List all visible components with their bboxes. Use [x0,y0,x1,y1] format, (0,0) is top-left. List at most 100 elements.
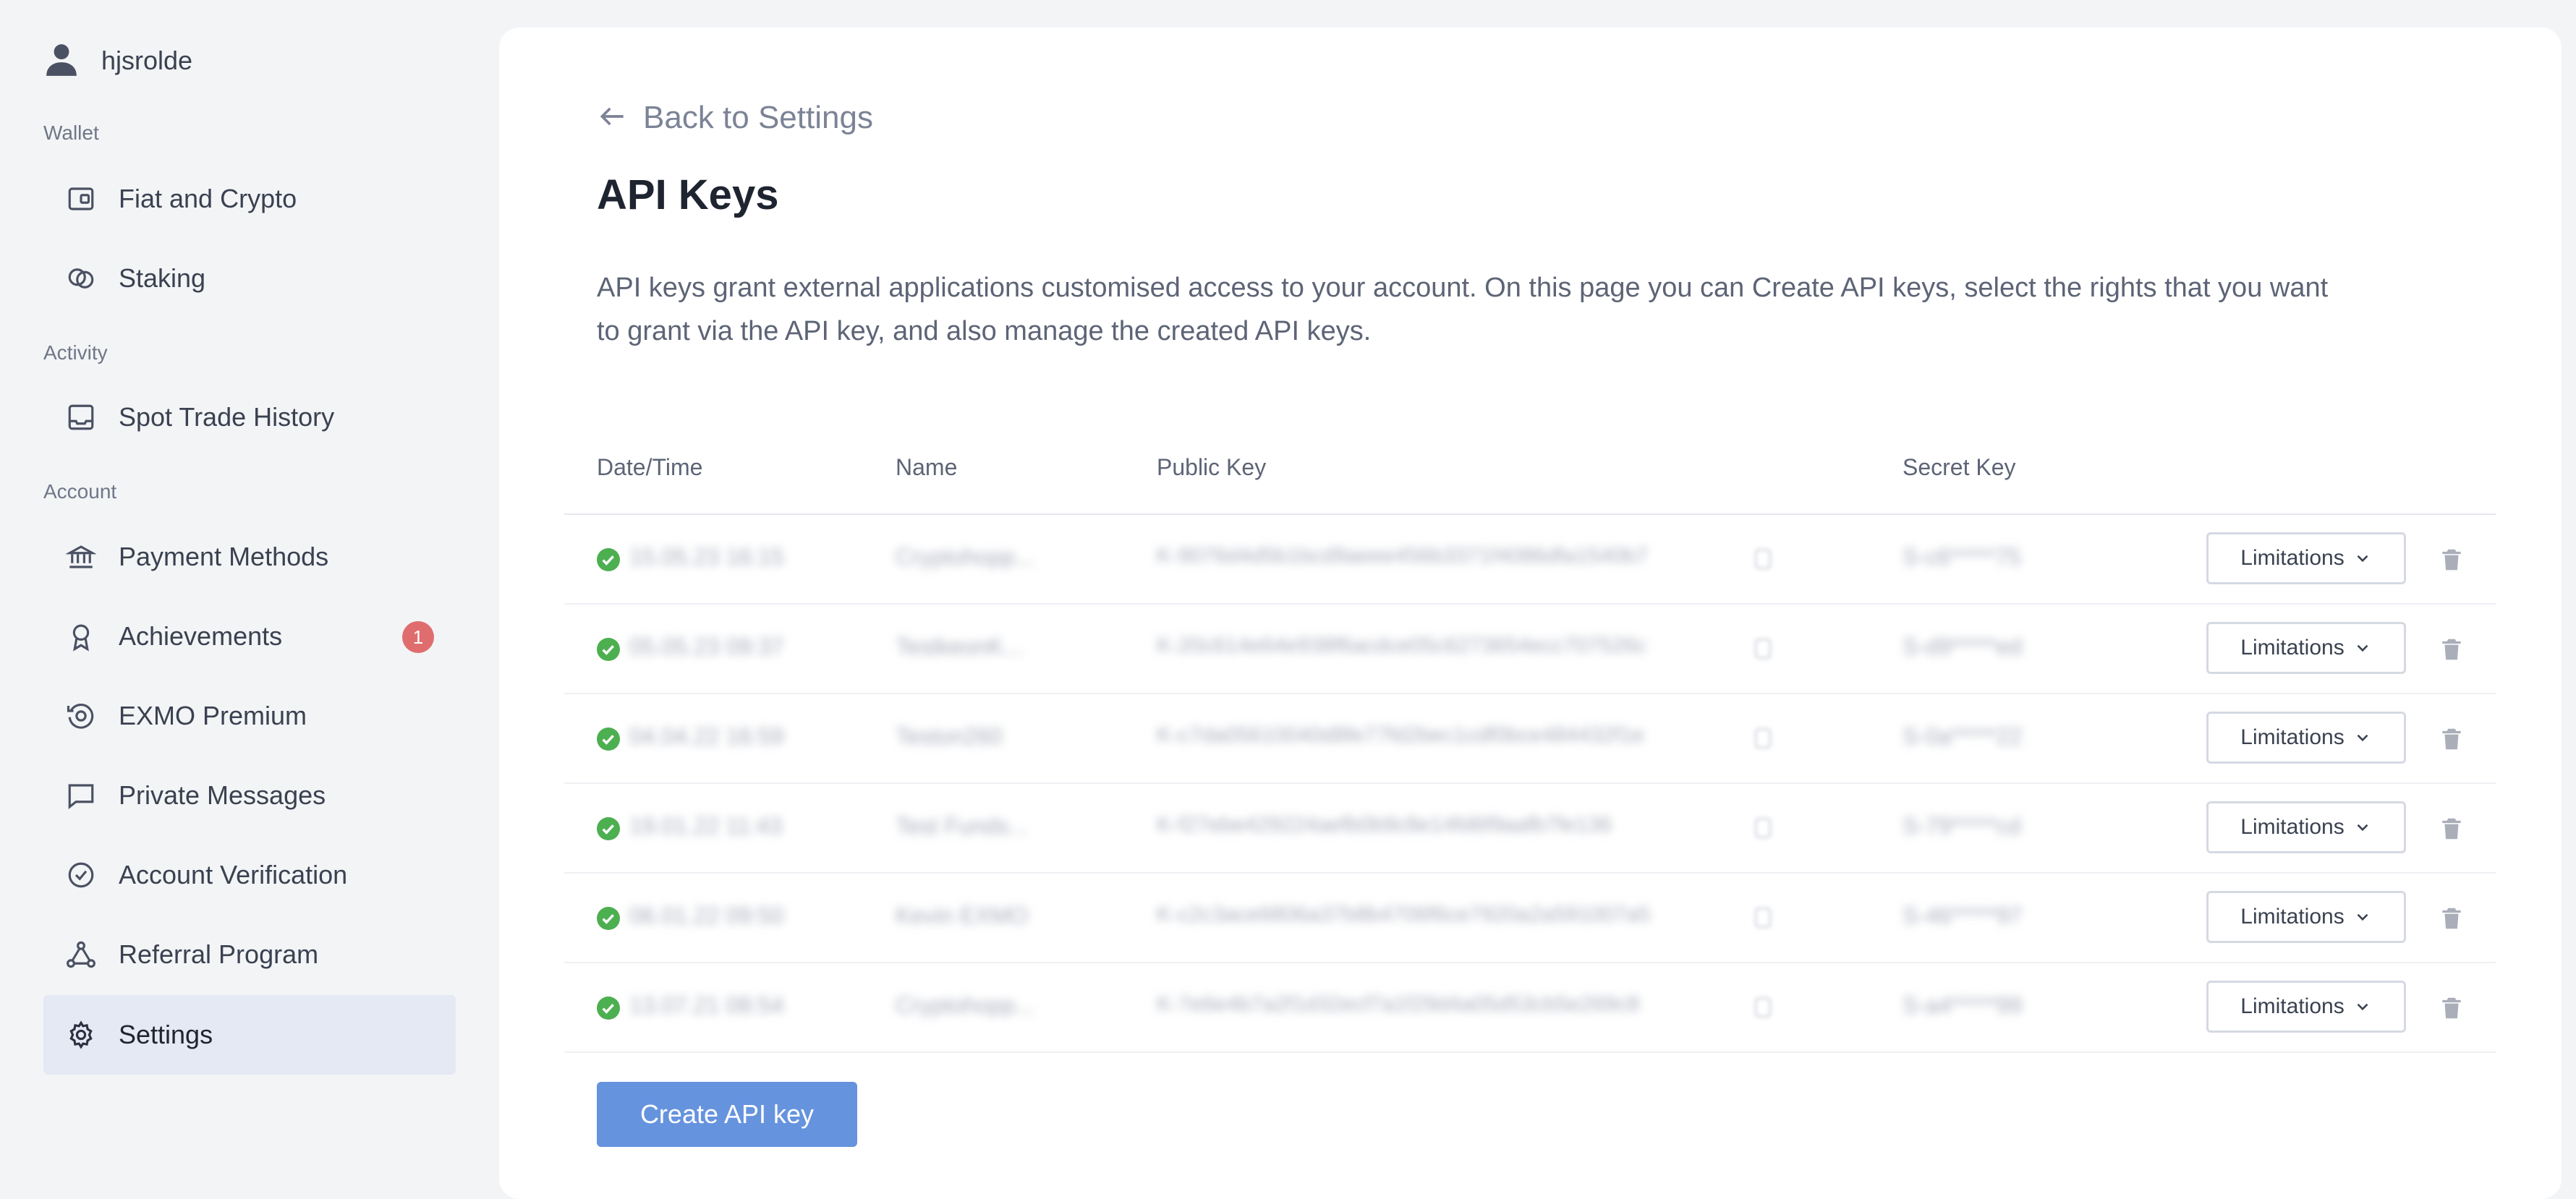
cell-public-key: K-20c614e64e938f6acdce05c6273654ecc70752… [1157,633,1647,657]
sidebar-item-fiat-crypto[interactable]: Fiat and Crypto [43,159,456,239]
api-keys-table: Date/Time Name Public Key Secret Key 15.… [564,418,2496,1053]
sidebar-item-label: Payment Methods [119,542,329,571]
limitations-dropdown[interactable]: Limitations [2206,801,2406,853]
cell-secret-key: S-46*****97 [1903,903,2023,929]
chevron-down-icon [2357,555,2368,563]
limitations-dropdown[interactable]: Limitations [2206,712,2406,764]
column-header-datetime: Date/Time [597,454,703,480]
main-panel: Back to Settings API Keys API keys grant… [499,27,2562,1199]
sidebar-item-label: Private Messages [119,780,326,810]
sidebar: hjsrolde Wallet Fiat and Crypto Staking … [0,0,499,1184]
sidebar-item-label: Fiat and Crypto [119,184,297,213]
cell-public-key: K-c7da05610040d8fe77fd2bec1cdf0bce484432… [1157,723,1644,747]
limitations-dropdown[interactable]: Limitations [2206,891,2406,943]
cell-name: TestkeonK... [896,633,1024,660]
cell-datetime: 19.01.22 11:43 [629,813,783,839]
trash-icon[interactable] [2438,545,2465,574]
cell-secret-key: S-0a*****22 [1903,723,2023,749]
copy-icon[interactable] [1751,994,1775,1021]
cell-public-key: K-f27ebe429224aefb0b9c8e14fd6f9aafb7fe13… [1157,813,1612,837]
chevron-down-icon [2357,734,2368,742]
page-description: API keys grant external applications cus… [597,273,2329,346]
gear-icon [65,1019,97,1051]
section-label-wallet: Wallet [43,121,99,144]
cell-secret-key: S-a4*****99 [1903,992,2023,1018]
copy-icon[interactable] [1751,814,1775,842]
table-row: 05.05.23 09:37 TestkeonK... K-20c614e64e… [564,605,2496,694]
limitations-label: Limitations [2240,725,2345,749]
trash-icon[interactable] [2438,904,2465,933]
cell-public-key: K-7e6e4b7a2f1d32ecf7a1f29d4a05d53cb5e269… [1157,992,1640,1016]
username: hjsrolde [101,46,193,75]
status-check-icon [597,727,620,751]
status-check-icon [597,817,620,840]
sidebar-item-exmo-premium[interactable]: EXMO Premium [43,676,456,756]
cell-public-key: K-9076d4d5b1bcd9aeee456b3371f4086dfa1540… [1157,544,1648,568]
status-check-icon [597,997,620,1020]
sidebar-item-label: Referral Program [119,939,319,969]
cell-datetime: 13.07.21 08:54 [629,992,784,1018]
table-row: 15.05.23 16:15 Cryptohopp... K-9076d4d5b… [564,515,2496,605]
cell-datetime: 15.05.23 16:15 [629,544,784,570]
cell-datetime: 06.01.22 09:50 [629,903,784,929]
trash-icon[interactable] [2438,814,2465,843]
limitations-label: Limitations [2240,546,2345,570]
table-body: 15.05.23 16:15 Cryptohopp... K-9076d4d5b… [564,515,2496,1053]
sidebar-item-label: Account Verification [119,860,348,889]
back-to-settings-link[interactable]: Back to Settings [597,100,873,136]
message-icon [65,780,97,811]
copy-icon[interactable] [1751,904,1775,931]
limitations-label: Limitations [2240,994,2345,1018]
sidebar-item-spot-trade-history[interactable]: Spot Trade History [43,377,456,457]
limitations-label: Limitations [2240,636,2345,660]
sidebar-item-label: Achievements [119,621,283,651]
sidebar-item-label: Spot Trade History [119,402,335,432]
notification-badge: 1 [402,621,434,653]
award-icon [65,620,97,652]
cell-name: Teston260 [896,723,1003,749]
cell-secret-key: S-d9*****ed [1903,633,2023,660]
cell-secret-key: S-79*****cd [1903,813,2021,839]
limitations-dropdown[interactable]: Limitations [2206,981,2406,1033]
table-header: Date/Time Name Public Key Secret Key [564,418,2496,515]
user-icon [43,40,80,82]
sidebar-item-achievements[interactable]: Achievements 1 [43,597,456,676]
sidebar-item-staking[interactable]: Staking [43,239,456,318]
limitations-dropdown[interactable]: Limitations [2206,622,2406,674]
copy-icon[interactable] [1751,545,1775,573]
section-label-activity: Activity [43,341,108,364]
cell-name: Cryptohopp... [896,992,1035,1018]
trash-icon[interactable] [2438,725,2465,754]
limitations-label: Limitations [2240,905,2345,929]
chevron-down-icon [2357,913,2368,921]
sidebar-item-label: Staking [119,263,206,293]
status-check-icon [597,907,620,930]
limitations-label: Limitations [2240,815,2345,839]
sidebar-item-payment-methods[interactable]: Payment Methods [43,517,456,597]
cell-name: Kevin EXMO [896,903,1029,929]
page-title: API Keys [597,171,779,218]
cell-secret-key: S-c6*****75 [1903,544,2021,570]
user-profile[interactable]: hjsrolde [43,35,192,87]
create-api-key-button[interactable]: Create API key [597,1082,857,1147]
back-label: Back to Settings [643,100,873,135]
trash-icon[interactable] [2438,635,2465,664]
trash-icon[interactable] [2438,994,2465,1023]
arrow-left-icon [597,101,629,136]
wallet-icon [65,183,97,215]
chevron-down-icon [2357,1003,2368,1011]
section-label-account: Account [43,480,117,503]
copy-icon[interactable] [1751,635,1775,662]
sidebar-item-account-verification[interactable]: Account Verification [43,835,456,915]
cell-name: Test Funds... [896,813,1029,839]
chevron-down-icon [2357,644,2368,652]
sidebar-item-settings[interactable]: Settings [43,995,456,1075]
sidebar-item-referral-program[interactable]: Referral Program [43,915,456,994]
copy-icon[interactable] [1751,725,1775,752]
column-header-name: Name [896,454,958,480]
share-nodes-icon [65,939,97,970]
status-check-icon [597,638,620,661]
sidebar-item-private-messages[interactable]: Private Messages [43,756,456,835]
table-row: 19.01.22 11:43 Test Funds... K-f27ebe429… [564,784,2496,874]
limitations-dropdown[interactable]: Limitations [2206,532,2406,584]
